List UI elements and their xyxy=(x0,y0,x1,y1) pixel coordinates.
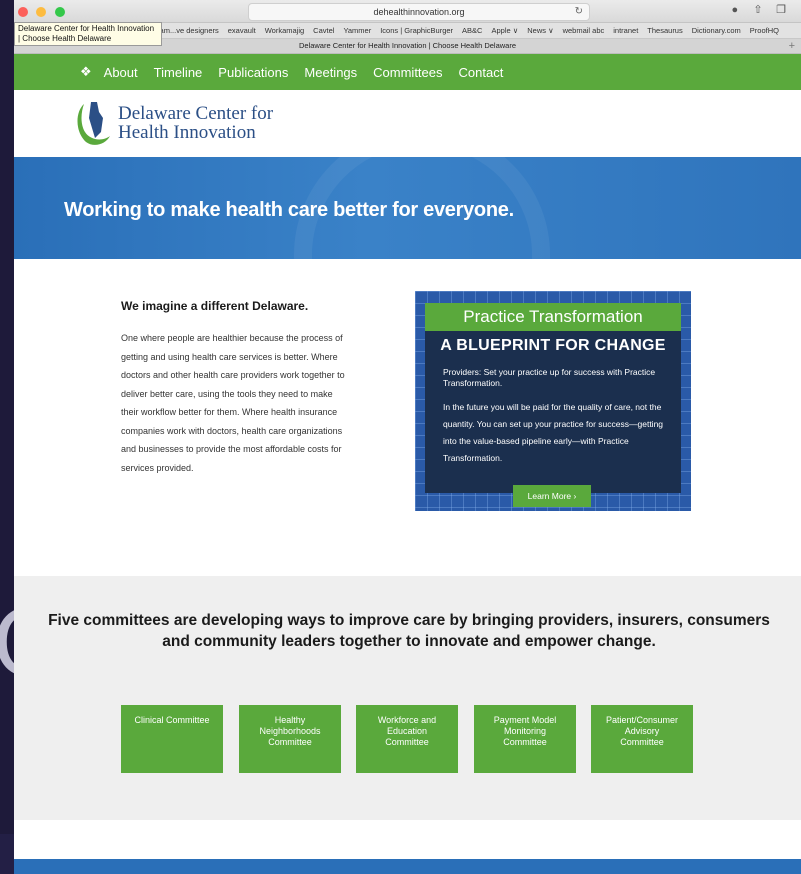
bookmark-item[interactable]: News ∨ xyxy=(527,26,553,35)
logo-line-1: Delaware Center for xyxy=(118,103,274,124)
home-icon[interactable]: ❖ xyxy=(80,64,92,80)
site-logo-text[interactable]: Delaware Center for Health Innovation xyxy=(118,104,273,142)
committee-tile-patient-consumer[interactable]: Patient/Consumer Advisory Committee xyxy=(591,705,693,773)
background-slide-strip xyxy=(0,834,14,874)
new-tab-icon[interactable]: + xyxy=(789,39,795,53)
promo-body: In the future you will be paid for the q… xyxy=(443,402,664,463)
site-footer xyxy=(14,859,801,874)
bookmark-item[interactable]: Cavtel xyxy=(313,26,334,35)
browser-titlebar: dehealthinnovation.org ↻ ● ⇧ ❐ xyxy=(14,0,801,23)
nav-item-about[interactable]: About xyxy=(104,65,138,80)
bookmark-item[interactable]: ProofHQ xyxy=(750,26,779,35)
committee-tile-clinical[interactable]: Clinical Committee xyxy=(121,705,223,773)
tabs-icon[interactable]: ❐ xyxy=(771,3,791,16)
committee-tile-healthy-neighborhoods[interactable]: Healthy Neighborhoods Committee xyxy=(239,705,341,773)
committee-tile-payment-model[interactable]: Payment Model Monitoring Committee xyxy=(474,705,576,773)
nav-item-contact[interactable]: Contact xyxy=(459,65,504,80)
intro-section: We imagine a different Delaware. One whe… xyxy=(14,259,801,576)
bookmark-item[interactable]: Thesaurus xyxy=(647,26,682,35)
logo-line-2: Health Innovation xyxy=(118,122,256,143)
promo-panel: Practice Transformation A BLUEPRINT FOR … xyxy=(425,303,681,493)
intro-heading: We imagine a different Delaware. xyxy=(121,299,309,313)
bookmark-item[interactable]: AB&C xyxy=(462,26,482,35)
committee-tile-label: Clinical Committee xyxy=(134,715,210,725)
hero-banner: Working to make health care better for e… xyxy=(14,157,801,259)
committee-tile-workforce-education[interactable]: Workforce and Education Committee xyxy=(356,705,458,773)
site-header: Delaware Center for Health Innovation xyxy=(14,90,801,157)
nav-item-publications[interactable]: Publications xyxy=(218,65,288,80)
committee-tile-label: Healthy Neighborhoods Committee xyxy=(259,715,321,747)
page-title-tooltip: Delaware Center for Health Innovation | … xyxy=(14,22,162,46)
promo-headline: A BLUEPRINT FOR CHANGE xyxy=(440,337,666,354)
site-navbar: ❖ About Timeline Publications Meetings C… xyxy=(14,54,801,90)
bookmark-item[interactable]: Dictionary.com xyxy=(692,26,741,35)
toolbar-icons: ● ⇧ ❐ xyxy=(725,3,791,16)
zoom-window-button[interactable] xyxy=(54,7,65,17)
committees-section: Five committees are developing ways to i… xyxy=(14,576,801,820)
committee-tile-label: Payment Model Monitoring Committee xyxy=(493,715,557,747)
browser-window: dehealthinnovation.org ↻ ● ⇧ ❐ Delaware … xyxy=(14,0,801,874)
learn-more-button[interactable]: Learn More › xyxy=(513,485,591,507)
hero-headline: Working to make health care better for e… xyxy=(64,199,514,221)
bookmark-item[interactable]: Workamajig xyxy=(265,26,304,35)
bookmark-item[interactable]: Apple ∨ xyxy=(491,26,518,35)
bookmark-item[interactable]: intranet xyxy=(613,26,638,35)
reload-icon[interactable]: ↻ xyxy=(575,4,583,20)
download-icon[interactable]: ● xyxy=(725,4,745,16)
logo-icon[interactable] xyxy=(72,98,112,148)
nav-item-meetings[interactable]: Meetings xyxy=(304,65,357,80)
practice-transformation-promo[interactable]: Practice Transformation A BLUEPRINT FOR … xyxy=(415,291,691,511)
share-icon[interactable]: ⇧ xyxy=(748,3,768,16)
window-controls xyxy=(18,4,69,22)
promo-lead: Providers: Set your practice up for succ… xyxy=(443,367,656,388)
nav-item-timeline[interactable]: Timeline xyxy=(154,65,203,80)
committee-tile-label: Workforce and Education Committee xyxy=(377,715,437,747)
bookmark-item[interactable]: Icons | GraphicBurger xyxy=(380,26,453,35)
intro-body: One where people are healthier because t… xyxy=(121,333,345,473)
minimize-window-button[interactable] xyxy=(36,7,47,17)
bookmark-item[interactable]: Yammer xyxy=(343,26,371,35)
address-bar[interactable]: dehealthinnovation.org ↻ xyxy=(248,3,590,21)
committees-heading: Five committees are developing ways to i… xyxy=(48,612,770,650)
nav-item-committees[interactable]: Committees xyxy=(373,65,442,80)
active-tab-title[interactable]: Delaware Center for Health Innovation | … xyxy=(299,41,516,50)
promo-title: Practice Transformation xyxy=(425,303,681,331)
close-window-button[interactable] xyxy=(18,7,28,17)
bookmark-item[interactable]: exavault xyxy=(228,26,256,35)
bookmark-item[interactable]: webmail abc xyxy=(563,26,605,35)
committee-tile-label: Patient/Consumer Advisory Committee xyxy=(605,715,679,747)
address-bar-url: dehealthinnovation.org xyxy=(373,7,465,17)
